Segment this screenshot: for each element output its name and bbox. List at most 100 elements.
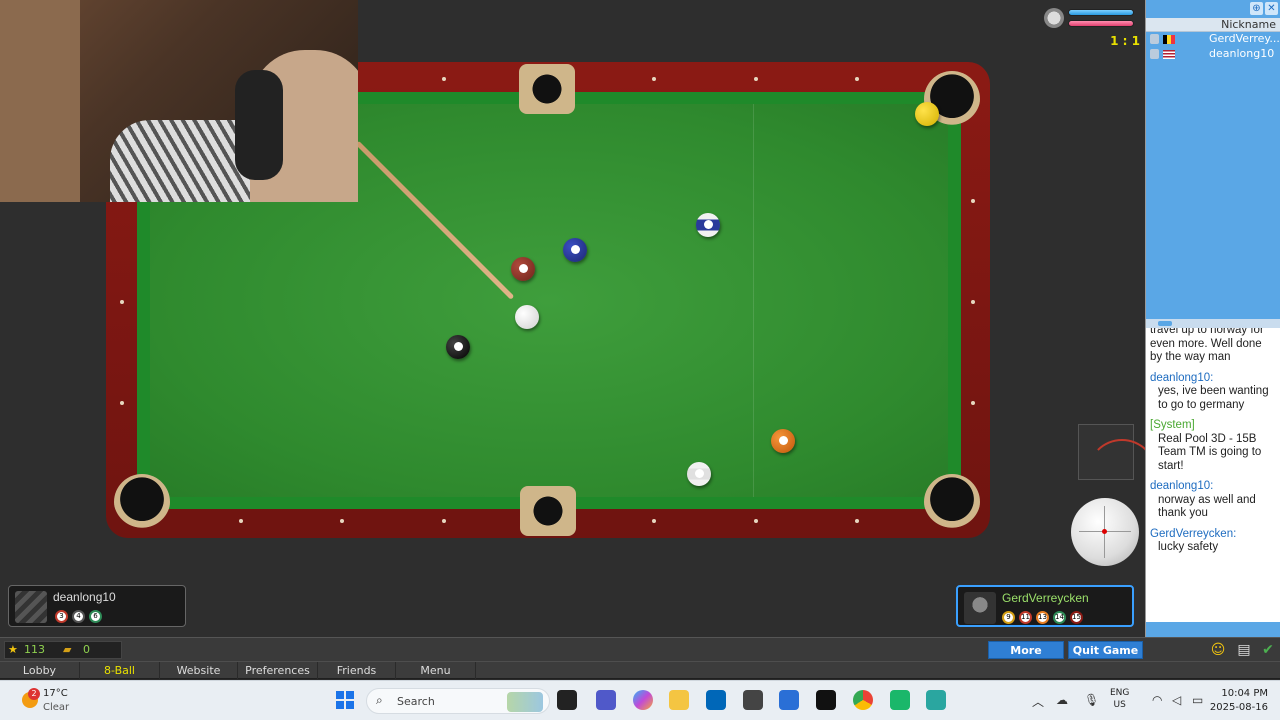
battery-icon[interactable]: ▭ <box>1192 693 1203 707</box>
quit-game-button[interactable]: Quit Game <box>1068 641 1143 659</box>
rail-diamond <box>652 77 656 81</box>
ball-10[interactable] <box>696 213 720 237</box>
target-ball-icon: 15 <box>1070 611 1083 624</box>
rail-diamond <box>120 300 124 304</box>
currency-display: ★ 113 ▰ 0 <box>4 641 122 659</box>
check-icon[interactable]: ✔ <box>1260 642 1276 658</box>
editor-icon[interactable] <box>779 690 799 710</box>
ball-2[interactable] <box>563 238 587 262</box>
app-window: 1 : 1 deanlong10 3 4 6 GerdVerreycken 9 … <box>0 0 1280 720</box>
user-name: deanlong10 <box>1209 47 1275 60</box>
spin-point[interactable] <box>1102 529 1107 534</box>
ball-12[interactable] <box>687 462 711 486</box>
menu-website[interactable]: Website <box>160 662 238 679</box>
chat-text: Real Pool 3D - 15B Team TM is going to s… <box>1158 432 1262 472</box>
microphone-icon[interactable]: 🎙 <box>1084 693 1099 707</box>
pin-icon[interactable]: ⊕ <box>1250 2 1263 15</box>
pocket-bottom-right <box>924 474 980 530</box>
volume-icon[interactable]: ◁ <box>1172 693 1181 707</box>
cue-ball[interactable] <box>515 305 539 329</box>
pocket-top-middle <box>519 64 575 114</box>
coin-icon: ▰ <box>63 643 72 656</box>
belgium-flag-icon <box>1163 35 1175 44</box>
menu-friends[interactable]: Friends <box>318 662 396 679</box>
timer-bar-blue <box>1068 9 1134 16</box>
menu-bar: Lobby 8-Ball Website Preferences Friends… <box>0 661 1280 679</box>
task-view-icon[interactable] <box>557 690 577 710</box>
coins-count: 0 <box>83 643 90 656</box>
chat-input[interactable] <box>1146 622 1280 637</box>
status-bar: ★ 113 ▰ 0 More Quit Game ☺ ▤ ✔ <box>0 637 1280 661</box>
pool-game-icon[interactable] <box>926 690 946 710</box>
user-list[interactable]: GerdVerrey... deanlong10 <box>1146 32 1280 319</box>
chat-author: GerdVerreycken: <box>1150 527 1237 540</box>
chat-author: deanlong10: <box>1150 371 1214 384</box>
system-tray: ︿ ☁ 🎙 ENG US ◠ ◁ ▭ 10:04 PM 2025-08-16 <box>1026 681 1280 720</box>
store-icon[interactable] <box>706 690 726 710</box>
notification-badge: 2 <box>28 688 40 700</box>
more-button[interactable]: More <box>988 641 1064 659</box>
target-ball-icon: 6 <box>89 610 102 623</box>
power-meter[interactable] <box>1078 424 1145 480</box>
timer-bar-red <box>1068 20 1134 27</box>
ball-1[interactable] <box>915 102 939 126</box>
chrome-icon[interactable] <box>853 690 873 710</box>
clock[interactable]: 10:04 PM 2025-08-16 <box>1206 687 1268 715</box>
chat-message: deanlong10: yes, ive been wanting to go … <box>1150 372 1276 413</box>
right-sidebar: ⊕ ✕ Nickname GerdVerrey... deanlong10 tr… <box>1145 0 1280 637</box>
language-code: ENG <box>1110 688 1130 698</box>
game-controller-icon[interactable] <box>890 690 910 710</box>
unity-icon[interactable] <box>743 690 763 710</box>
cloud-icon[interactable]: ☁ <box>1056 693 1068 707</box>
chat-text: travel up to norway for even more. Well … <box>1150 328 1264 363</box>
webcam-overlay <box>0 0 358 202</box>
game-area[interactable]: 1 : 1 deanlong10 3 4 6 GerdVerreycken 9 … <box>0 0 1145 637</box>
match-score: 1 : 1 <box>1110 34 1140 48</box>
weather-widget[interactable]: 2 17°C Clear <box>16 685 106 717</box>
menu-menu[interactable]: Menu <box>396 662 476 679</box>
ball-7[interactable] <box>511 257 535 281</box>
ball-8[interactable] <box>446 335 470 359</box>
target-ball-icon: 13 <box>1036 611 1049 624</box>
teams-icon[interactable] <box>596 690 616 710</box>
input-language[interactable]: ENG US <box>1110 687 1129 711</box>
star-icon: ★ <box>8 643 18 656</box>
search-placeholder: Search <box>397 695 435 708</box>
chat-bubble-icon[interactable]: ▤ <box>1236 642 1252 658</box>
chat-author: deanlong10: <box>1150 480 1214 492</box>
pocket-bottom-middle <box>520 486 576 536</box>
panel-splitter[interactable] <box>1146 319 1280 328</box>
menu-preferences[interactable]: Preferences <box>238 662 318 679</box>
clock-date: 2025-08-16 <box>1209 702 1268 713</box>
wifi-icon[interactable]: ◠ <box>1152 693 1162 707</box>
menu-8-ball[interactable]: 8-Ball <box>80 662 160 679</box>
emoji-icon[interactable]: ☺ <box>1210 642 1226 658</box>
userlist-header[interactable]: Nickname <box>1146 18 1280 32</box>
rail-diamond <box>971 401 975 405</box>
start-button[interactable] <box>336 691 354 709</box>
chat-author: [System] <box>1150 419 1195 431</box>
close-icon[interactable]: ✕ <box>1265 2 1278 15</box>
chat-log[interactable]: travel up to norway for even more. Well … <box>1146 328 1280 622</box>
target-ball-icon: 4 <box>72 610 85 623</box>
player-name: deanlong10 <box>53 590 116 604</box>
list-item[interactable]: GerdVerrey... <box>1146 32 1280 47</box>
stopwatch-icon <box>1044 8 1064 28</box>
menu-lobby[interactable]: Lobby <box>0 662 80 679</box>
chat-message: GerdVerreycken: lucky safety <box>1150 528 1276 555</box>
file-explorer-icon[interactable] <box>669 690 689 710</box>
chat-text: norway as well and thank you <box>1158 493 1256 520</box>
ball-5[interactable] <box>771 429 795 453</box>
chevron-up-icon[interactable]: ︿ <box>1032 693 1044 710</box>
user-status-icon <box>1150 49 1159 59</box>
rail-diamond <box>971 199 975 203</box>
amazon-icon[interactable] <box>816 690 836 710</box>
copilot-icon[interactable] <box>633 690 653 710</box>
taskbar-search[interactable]: ⌕ Search <box>366 688 550 714</box>
rail-diamond <box>754 519 758 523</box>
list-item[interactable]: deanlong10 <box>1146 47 1280 62</box>
spin-selector[interactable] <box>1071 498 1139 566</box>
player-name: GerdVerreycken <box>1002 591 1089 605</box>
rail-diamond <box>239 519 243 523</box>
rail-diamond <box>442 519 446 523</box>
